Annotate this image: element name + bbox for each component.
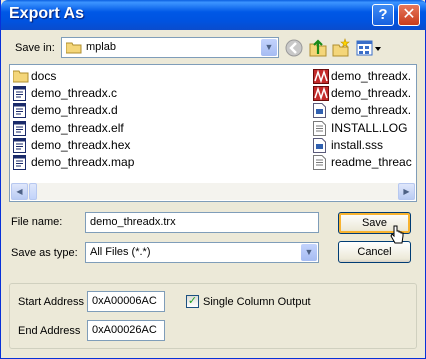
- file-name-input[interactable]: demo_threadx.trx: [85, 212, 319, 233]
- c-file-icon: [13, 86, 26, 102]
- title-bar[interactable]: Export As ? ✕: [1, 0, 426, 30]
- folder-icon: [66, 42, 82, 54]
- start-address-input[interactable]: 0xA00006AC: [87, 291, 165, 312]
- file-name: demo_threadx.elf: [31, 120, 124, 135]
- file-list-item[interactable]: demo_threadx.: [313, 102, 415, 119]
- file-name: demo_threadx.hex: [31, 137, 131, 152]
- map-file-icon: [13, 155, 26, 170]
- file-list[interactable]: docs demo_threadx.c demo_threadx.d demo_thr…: [9, 64, 417, 202]
- file-name: demo_threadx.: [331, 86, 412, 101]
- end-address-input[interactable]: 0xA00026AC: [87, 320, 165, 341]
- scroll-thumb[interactable]: [29, 183, 37, 200]
- up-folder-icon[interactable]: [308, 38, 328, 58]
- d-file-icon: [13, 103, 26, 119]
- text-file-icon: [313, 120, 326, 136]
- file-list-item[interactable]: readme_threac: [313, 154, 415, 171]
- back-icon[interactable]: [284, 38, 304, 58]
- elf-file-icon: [13, 120, 26, 136]
- save-in-dropdown[interactable]: mplab ▼: [61, 37, 279, 58]
- file-list-item[interactable]: install.sss: [313, 137, 415, 154]
- view-menu-icon[interactable]: [356, 38, 382, 58]
- chevron-down-icon[interactable]: ▼: [261, 39, 277, 56]
- file-list-item[interactable]: INSTALL.LOG: [313, 120, 415, 137]
- text-file-icon: [313, 155, 326, 170]
- file-name: demo_threadx.: [331, 69, 412, 83]
- file-name: demo_threadx.c: [31, 86, 118, 101]
- save-as-type-label: Save as type:: [11, 247, 78, 259]
- help-button[interactable]: ?: [372, 4, 394, 26]
- file-icon: [313, 103, 326, 119]
- single-column-checkbox[interactable]: ✓: [186, 295, 199, 308]
- file-name: readme_threac: [331, 155, 412, 169]
- file-list-item[interactable]: demo_threadx.: [313, 85, 415, 102]
- save-in-label: Save in:: [15, 42, 55, 54]
- end-address-label: End Address: [18, 325, 81, 337]
- new-folder-icon[interactable]: [331, 38, 351, 58]
- window-title: Export As: [9, 5, 84, 22]
- mplab-project-icon: [313, 69, 329, 84]
- address-group: [9, 283, 417, 349]
- save-in-value: mplab: [86, 41, 116, 53]
- mplab-project-icon: [313, 86, 329, 102]
- file-name: demo_threadx.d: [31, 103, 118, 118]
- save-as-type-dropdown[interactable]: All Files (*.*) ▼: [85, 242, 319, 263]
- hand-cursor-icon: [390, 225, 404, 244]
- folder-icon: [12, 69, 29, 84]
- single-column-label: Single Column Output: [203, 296, 311, 308]
- hex-file-icon: [13, 137, 26, 153]
- file-name-label: File name:: [11, 216, 63, 228]
- chevron-down-icon[interactable]: ▼: [301, 244, 317, 261]
- file-name: demo_threadx.map: [31, 155, 135, 169]
- horizontal-scrollbar[interactable]: ◀ ▶: [11, 183, 415, 200]
- close-button[interactable]: ✕: [398, 4, 420, 26]
- file-name: demo_threadx.: [331, 103, 412, 118]
- save-as-type-value: All Files (*.*): [90, 246, 151, 258]
- file-name: install.sss: [331, 137, 384, 152]
- file-icon: [313, 137, 326, 153]
- file-name: docs: [31, 69, 57, 83]
- start-address-label: Start Address: [18, 296, 85, 308]
- export-as-dialog: Export As ? ✕ Save in: mplab ▼ docs demo_…: [0, 0, 426, 359]
- scroll-left-button[interactable]: ◀: [11, 183, 28, 200]
- file-name: INSTALL.LOG: [331, 120, 408, 135]
- scroll-right-button[interactable]: ▶: [398, 183, 415, 200]
- file-list-item[interactable]: demo_threadx.: [313, 68, 415, 85]
